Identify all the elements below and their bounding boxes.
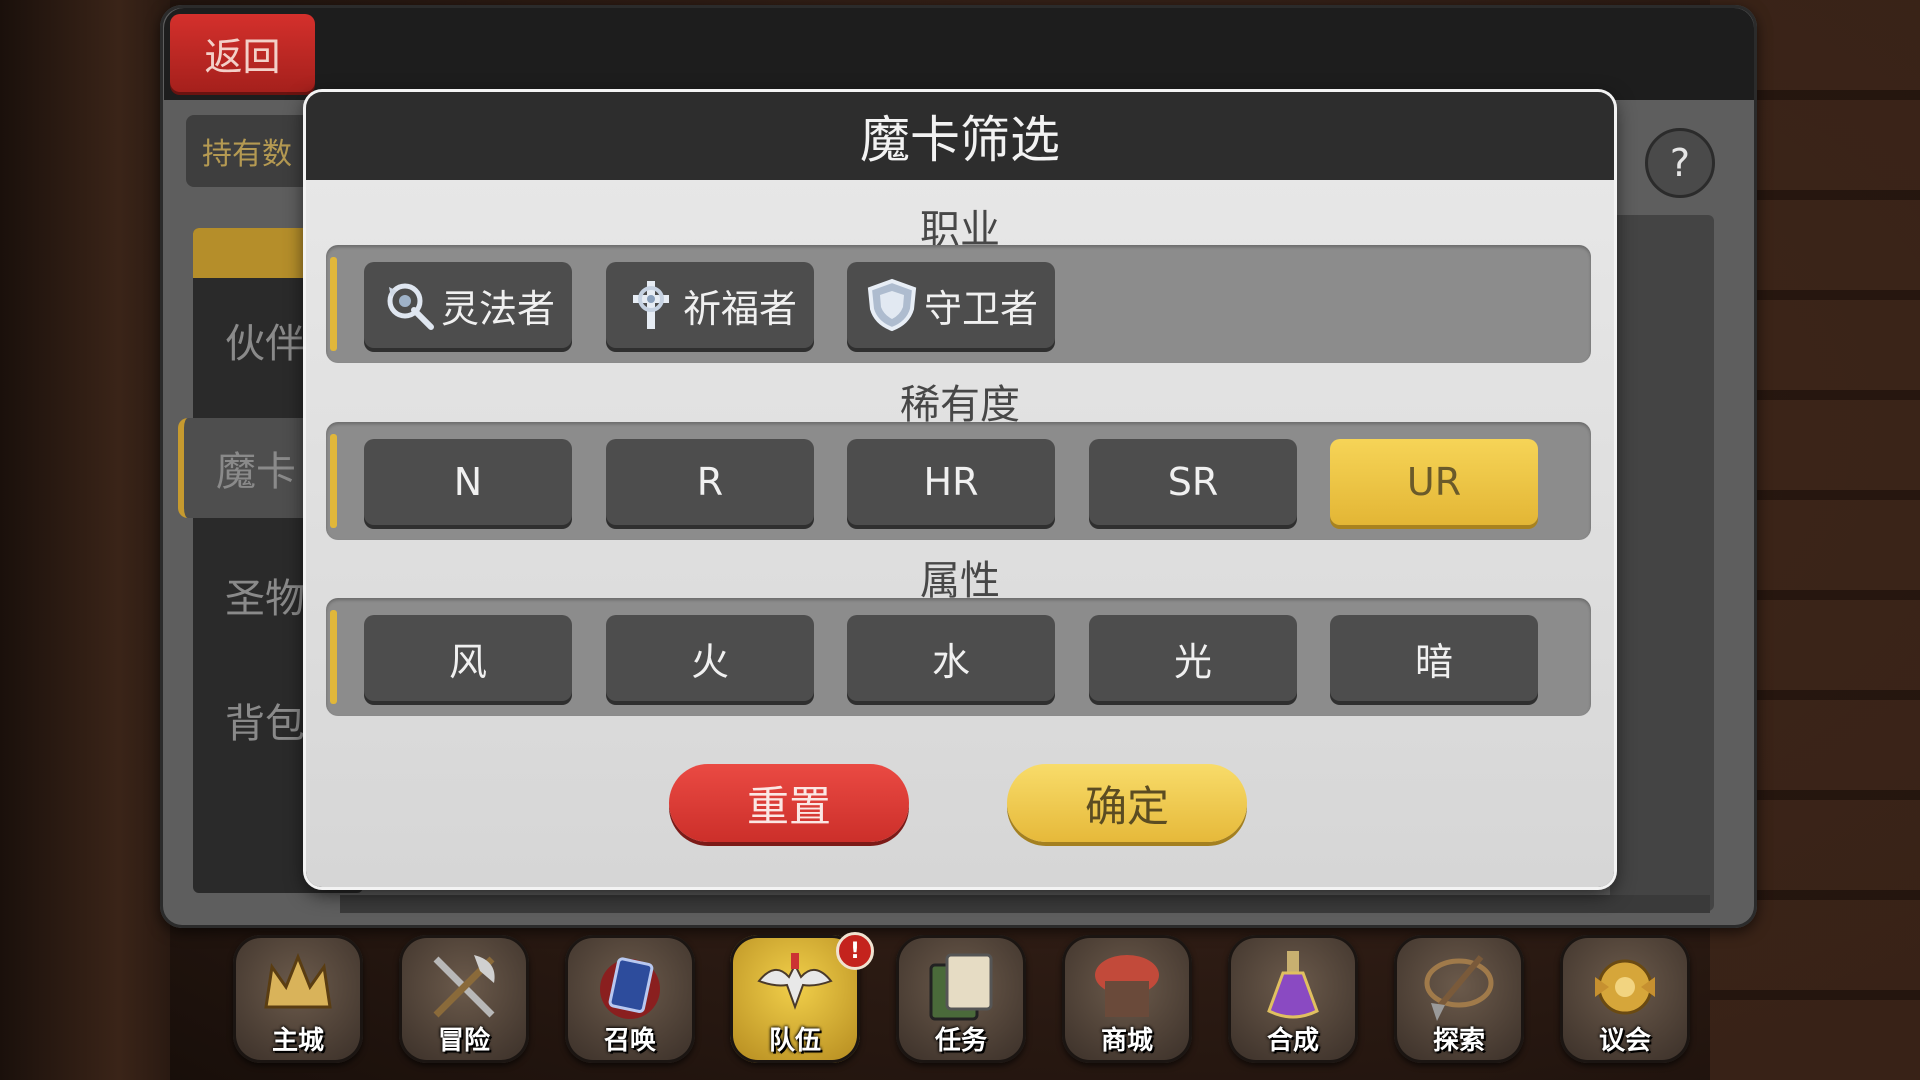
filter-dialog: 魔卡筛选 职业 灵法者 祈福者 守卫者 稀有度 N R HR SR UR 属性	[306, 92, 1614, 887]
right-panel	[1610, 215, 1714, 911]
class-option-label: 灵法者	[440, 286, 555, 331]
background-shelf-left	[0, 0, 170, 1080]
class-option-label: 守卫者	[923, 286, 1038, 331]
nav-summon[interactable]: 召唤	[565, 935, 695, 1063]
nav-quests[interactable]: 任务	[896, 935, 1026, 1063]
nav-adventure[interactable]: 冒险	[399, 935, 529, 1063]
nav-label: 主城	[271, 1026, 324, 1056]
shovel-icon	[1424, 955, 1494, 1021]
crossed-axes-icon	[433, 955, 495, 1018]
rarity-option-ur[interactable]: UR	[1330, 439, 1538, 525]
nav-label: 合成	[1266, 1026, 1319, 1056]
quest-book-icon	[929, 953, 993, 1021]
nav-label: 商城	[1100, 1026, 1153, 1056]
potion-icon	[1267, 951, 1319, 1019]
nav-council[interactable]: 议会	[1560, 935, 1690, 1063]
shield-icon	[864, 277, 920, 333]
owned-count-field[interactable]: 持有数	[186, 115, 326, 187]
attribute-option-dark[interactable]: 暗	[1330, 615, 1538, 701]
nav-craft[interactable]: 合成	[1228, 935, 1358, 1063]
rarity-option-hr[interactable]: HR	[847, 439, 1055, 525]
help-button[interactable]: ?	[1645, 128, 1715, 198]
bottom-nav: 主城 冒险 召唤 队伍 任务 商城 合成 探索 议会	[230, 935, 1690, 1065]
nav-label: 探索	[1432, 1026, 1485, 1056]
class-option-mage[interactable]: 灵法者	[364, 262, 572, 348]
nav-explore[interactable]: 探索	[1394, 935, 1524, 1063]
winged-helmet-icon	[757, 953, 833, 1010]
panel-bottom-strip	[340, 895, 1710, 913]
nav-label: 任务	[934, 1026, 987, 1056]
rarity-filter-row: N R HR SR UR	[326, 422, 1591, 540]
attribute-option-water[interactable]: 水	[847, 615, 1055, 701]
rarity-option-sr[interactable]: SR	[1089, 439, 1297, 525]
nav-shop[interactable]: 商城	[1062, 935, 1192, 1063]
attribute-filter-row: 风 火 水 光 暗	[326, 598, 1591, 716]
nav-label: 议会	[1598, 1026, 1651, 1056]
top-bar	[164, 8, 1754, 100]
attribute-option-light[interactable]: 光	[1089, 615, 1297, 701]
dialog-title: 魔卡筛选	[306, 92, 1614, 180]
reset-button[interactable]: 重置	[669, 764, 909, 842]
crown-icon	[264, 952, 332, 1009]
summon-card-icon	[600, 957, 660, 1019]
class-option-label: 祈福者	[682, 286, 797, 331]
nav-label: 队伍	[768, 1026, 821, 1056]
nav-label: 召唤	[603, 1026, 656, 1056]
mage-staff-icon	[381, 277, 437, 333]
shop-icon	[1095, 955, 1159, 1017]
rarity-option-r[interactable]: R	[606, 439, 814, 525]
team-alert-badge: !	[836, 932, 874, 970]
nav-main-city[interactable]: 主城	[233, 935, 363, 1063]
confirm-button[interactable]: 确定	[1007, 764, 1247, 842]
class-option-priest[interactable]: 祈福者	[606, 262, 814, 348]
council-emblem-icon	[1595, 959, 1655, 1015]
class-option-guardian[interactable]: 守卫者	[847, 262, 1055, 348]
nav-label: 冒险	[437, 1026, 490, 1056]
back-button[interactable]: 返回	[170, 14, 315, 92]
attribute-option-fire[interactable]: 火	[606, 615, 814, 701]
attribute-option-wind[interactable]: 风	[364, 615, 572, 701]
class-filter-row: 灵法者 祈福者 守卫者	[326, 245, 1591, 363]
rarity-option-n[interactable]: N	[364, 439, 572, 525]
holy-cross-icon	[623, 277, 679, 333]
